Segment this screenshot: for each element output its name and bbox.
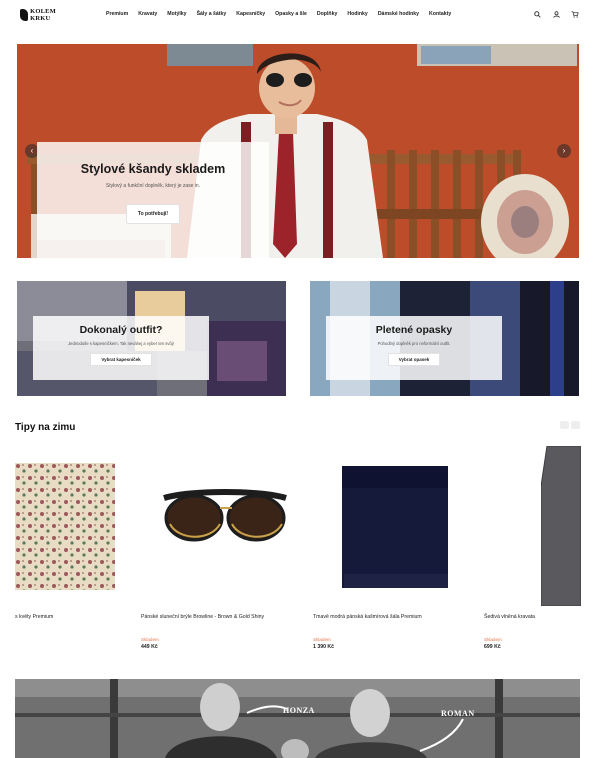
product-name[interactable]: Pánské sluneční brýle Browline - Brown &…: [141, 614, 264, 620]
hero-title: Stylové kšandy skladem: [80, 162, 226, 176]
product-price: 699 Kč: [484, 644, 501, 650]
nav-item-premium[interactable]: Premium: [106, 11, 128, 17]
stock-status: Skladem: [141, 637, 159, 642]
nav-item-kontakty[interactable]: Kontakty: [429, 11, 451, 17]
section-title: Tipy na zimu: [15, 422, 76, 433]
stock-status: Skladem: [313, 637, 331, 642]
nav-item-motylky[interactable]: Motýlky: [167, 11, 186, 17]
choose-handkerchief-button[interactable]: Vybrat kapesníček: [90, 353, 152, 366]
carousel-prev-button[interactable]: [560, 421, 569, 429]
product-price: 449 Kč: [141, 644, 158, 650]
product-image-grey-tie: [541, 446, 581, 606]
team-banner: HONZA ROMAN: [15, 679, 580, 758]
logo[interactable]: KOLEM KRKU: [20, 6, 56, 24]
cart-icon[interactable]: [570, 9, 580, 19]
search-icon[interactable]: [532, 9, 542, 19]
promo-banner-belts[interactable]: Pletené opasky Pohodlný doplněk pro nefo…: [310, 281, 579, 396]
nav-item-saly[interactable]: Šály a šátky: [197, 11, 227, 17]
nav-item-kapesnicky[interactable]: Kapesníčky: [236, 11, 265, 17]
team-photo: [15, 679, 580, 758]
product-name[interactable]: Tmavě modrá pánská kašmírová šála Premiu…: [313, 614, 422, 620]
hero-cta-button[interactable]: To potřebuji!: [125, 204, 181, 224]
promo-subtitle-belts: Pohodlný doplněk pro neformální outfit.: [377, 341, 451, 346]
hero-next-arrow[interactable]: ›: [557, 144, 571, 158]
promo-title-belts: Pletené opasky: [375, 324, 453, 336]
nav-item-kravaty[interactable]: Kravaty: [138, 11, 157, 17]
team-label-roman: ROMAN: [441, 709, 475, 718]
promo-subtitle-outfit: Jednoduše s kapesníčkem. Tak neváhej a v…: [68, 341, 174, 346]
product-image-floral-scarf: [15, 463, 115, 590]
choose-belt-button[interactable]: Vybrat opasek: [387, 353, 441, 366]
product-name[interactable]: s květy Premium: [15, 614, 53, 620]
product-image-sunglasses: [163, 489, 287, 542]
main-nav: Premium Kravaty Motýlky Šály a šátky Kap…: [106, 11, 451, 17]
nav-item-opasky[interactable]: Opasky a šle: [275, 11, 307, 17]
promo-banner-outfit[interactable]: Dokonalý outfit? Jednoduše s kapesníčkem…: [17, 281, 286, 396]
hero-caption: Stylové kšandy skladem Stylový a funkční…: [37, 142, 269, 258]
user-icon[interactable]: [551, 9, 561, 19]
header-icons: [532, 9, 580, 19]
team-label-honza: HONZA: [283, 706, 315, 715]
hero-subtitle: Stylový a funkční doplněk, který je zase…: [105, 183, 201, 189]
stock-status: Skladem: [484, 637, 502, 642]
hero-banner[interactable]: ‹ › Stylové kšandy skladem Stylový a fun…: [17, 44, 579, 258]
product-image-navy-scarf: [342, 466, 448, 588]
nav-item-hodinky[interactable]: Hodinky: [347, 11, 367, 17]
promo-caption-belts: Pletené opasky Pohodlný doplněk pro nefo…: [326, 316, 502, 380]
carousel-controls: [560, 421, 580, 429]
promo-caption-outfit: Dokonalý outfit? Jednoduše s kapesníčkem…: [33, 316, 209, 380]
logo-mark-icon: [20, 9, 29, 21]
nav-item-damske-hodinky[interactable]: Dámské hodinky: [378, 11, 419, 17]
logo-text-line2: KRKU: [30, 15, 51, 22]
product-name[interactable]: Šedivá vlněná kravata: [484, 614, 535, 620]
product-price: 1 390 Kč: [313, 644, 335, 650]
logo-text-line1: KOLEM: [30, 8, 56, 15]
site-header: KOLEM KRKU Premium Kravaty Motýlky Šály …: [0, 0, 600, 30]
nav-item-doplnky[interactable]: Doplňky: [317, 11, 337, 17]
carousel-next-button[interactable]: [571, 421, 580, 429]
promo-title-outfit: Dokonalý outfit?: [79, 324, 163, 336]
